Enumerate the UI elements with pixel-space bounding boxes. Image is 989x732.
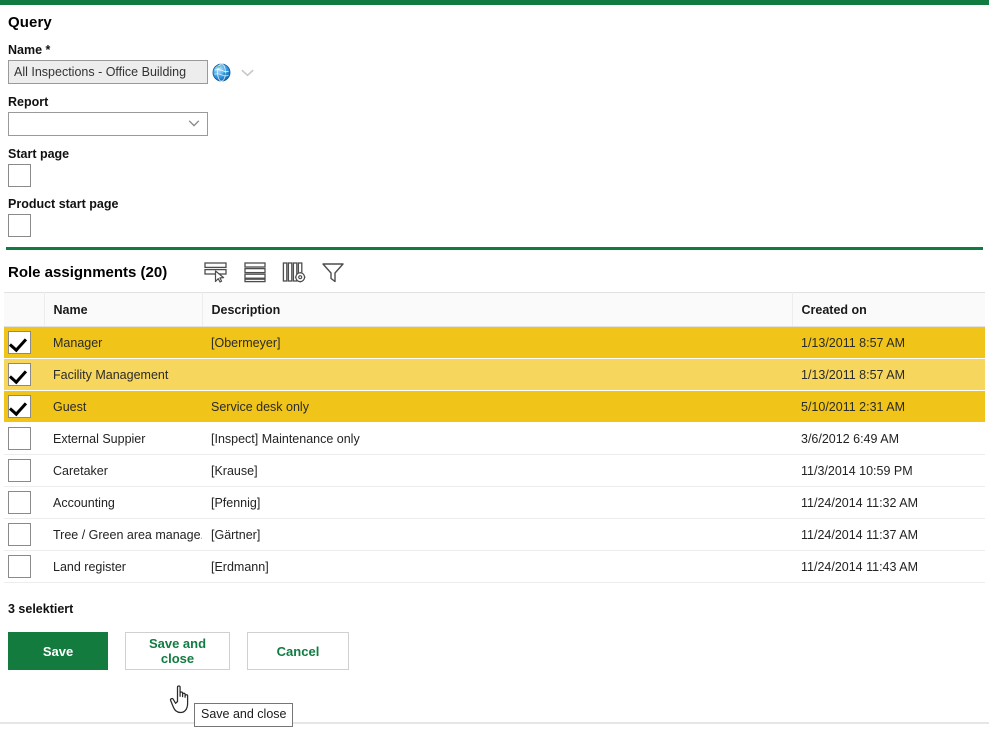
cell-description: [Krause] <box>202 455 792 487</box>
configure-columns-icon[interactable] <box>281 260 307 284</box>
role-assignments-header: Role assignments (20) <box>0 250 989 292</box>
cell-name: Caretaker <box>44 455 202 487</box>
report-label: Report <box>8 95 989 109</box>
filter-icon[interactable] <box>320 260 346 284</box>
row-checkbox[interactable] <box>8 427 31 450</box>
select-rows-icon[interactable] <box>203 260 229 284</box>
column-header-select[interactable] <box>4 293 44 327</box>
cell-description: [Obermeyer] <box>202 327 792 359</box>
cell-created-on: 11/24/2014 11:43 AM <box>792 551 985 583</box>
start-page-checkbox[interactable] <box>8 164 31 187</box>
table-row[interactable]: Facility Management 1/13/2011 8:57 AM <box>4 359 985 391</box>
cell-name: Land register <box>44 551 202 583</box>
cell-description: [Erdmann] <box>202 551 792 583</box>
action-buttons: Save Save and close Cancel <box>0 616 989 670</box>
row-checkbox[interactable] <box>8 363 31 386</box>
cell-description: [Pfennig] <box>202 487 792 519</box>
row-checkbox[interactable] <box>8 459 31 482</box>
cell-created-on: 11/24/2014 11:37 AM <box>792 519 985 551</box>
row-checkbox[interactable] <box>8 555 31 578</box>
cell-name: Accounting <box>44 487 202 519</box>
report-select[interactable] <box>8 112 208 136</box>
table-row[interactable]: Guest Service desk only 5/10/2011 2:31 A… <box>4 391 985 423</box>
role-assignments-table: Name Description Created on Manager [Obe… <box>4 292 985 583</box>
cell-description: [Inspect] Maintenance only <box>202 423 792 455</box>
row-checkbox[interactable] <box>8 523 31 546</box>
list-rows-icon[interactable] <box>242 260 268 284</box>
grid-toolbar <box>203 260 346 284</box>
table-row[interactable]: Tree / Green area manage... [Gärtner] 11… <box>4 519 985 551</box>
row-checkbox[interactable] <box>8 331 31 354</box>
product-start-page-checkbox[interactable] <box>8 214 31 237</box>
row-select-cell[interactable] <box>4 327 44 359</box>
cell-name: Tree / Green area manage... <box>44 519 202 551</box>
cell-created-on: 1/13/2011 8:57 AM <box>792 327 985 359</box>
globe-icon[interactable] <box>212 63 231 82</box>
table-row[interactable]: Caretaker [Krause] 11/3/2014 10:59 PM <box>4 455 985 487</box>
table-body: Manager [Obermeyer] 1/13/2011 8:57 AM Fa… <box>4 327 985 583</box>
table-row[interactable]: Land register [Erdmann] 11/24/2014 11:43… <box>4 551 985 583</box>
query-section: Query Name * <box>0 5 989 237</box>
save-button[interactable]: Save <box>8 632 108 670</box>
bottom-separator <box>0 722 989 724</box>
table-header-row: Name Description Created on <box>4 293 985 327</box>
row-select-cell[interactable] <box>4 359 44 391</box>
page-title: Query <box>8 14 989 31</box>
cancel-button[interactable]: Cancel <box>247 632 349 670</box>
column-header-name[interactable]: Name <box>44 293 202 327</box>
cell-name: External Suppier <box>44 423 202 455</box>
chevron-down-icon[interactable] <box>239 64 256 81</box>
cell-name: Manager <box>44 327 202 359</box>
cell-created-on: 3/6/2012 6:49 AM <box>792 423 985 455</box>
cell-created-on: 11/3/2014 10:59 PM <box>792 455 985 487</box>
table-row[interactable]: Accounting [Pfennig] 11/24/2014 11:32 AM <box>4 487 985 519</box>
table-row[interactable]: External Suppier [Inspect] Maintenance o… <box>4 423 985 455</box>
cell-created-on: 1/13/2011 8:57 AM <box>792 359 985 391</box>
row-select-cell[interactable] <box>4 391 44 423</box>
save-and-close-button[interactable]: Save and close <box>125 632 230 670</box>
row-checkbox[interactable] <box>8 395 31 418</box>
cell-description: Service desk only <box>202 391 792 423</box>
cell-description: [Gärtner] <box>202 519 792 551</box>
start-page-label: Start page <box>8 147 989 161</box>
product-start-page-label: Product start page <box>8 197 989 211</box>
row-select-cell[interactable] <box>4 423 44 455</box>
cell-created-on: 5/10/2011 2:31 AM <box>792 391 985 423</box>
role-assignments-title: Role assignments (20) <box>8 264 167 281</box>
row-select-cell[interactable] <box>4 455 44 487</box>
name-field-row <box>8 60 989 84</box>
row-select-cell[interactable] <box>4 551 44 583</box>
column-header-description[interactable]: Description <box>202 293 792 327</box>
cell-name: Guest <box>44 391 202 423</box>
row-select-cell[interactable] <box>4 519 44 551</box>
selection-count: 3 selektiert <box>0 583 989 616</box>
table-header: Name Description Created on <box>4 293 985 327</box>
row-checkbox[interactable] <box>8 491 31 514</box>
name-input[interactable] <box>8 60 208 84</box>
name-label: Name * <box>8 43 989 57</box>
column-header-created-on[interactable]: Created on <box>792 293 985 327</box>
tooltip: Save and close <box>194 703 293 727</box>
row-select-cell[interactable] <box>4 487 44 519</box>
cell-created-on: 11/24/2014 11:32 AM <box>792 487 985 519</box>
cell-name: Facility Management <box>44 359 202 391</box>
table-row[interactable]: Manager [Obermeyer] 1/13/2011 8:57 AM <box>4 327 985 359</box>
cell-description <box>202 359 792 391</box>
chevron-down-icon <box>187 116 201 133</box>
